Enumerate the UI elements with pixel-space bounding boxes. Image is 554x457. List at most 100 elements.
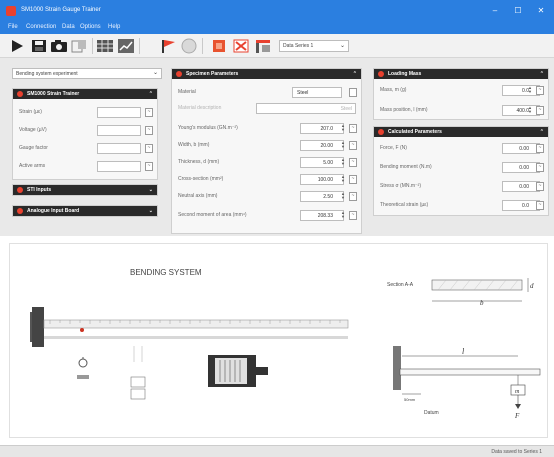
specimen-row-cross-section: Cross-section (mm²) 100.00 ▲ ▼ ~ <box>176 174 357 185</box>
graph-icon[interactable]: ~ <box>349 141 357 150</box>
thickness-field[interactable]: 5.00 <box>300 157 344 168</box>
field-label: Theoretical strain (µε) <box>380 202 429 208</box>
graph-icon[interactable]: ~ <box>536 86 544 95</box>
maximize-button[interactable]: ☐ <box>509 5 527 17</box>
help-icon[interactable] <box>180 38 198 54</box>
width-field[interactable]: 20.00 <box>300 140 344 151</box>
toolbar-separator <box>92 38 93 54</box>
cross-section-field[interactable]: 100.00 <box>300 174 344 185</box>
panel-header[interactable]: Analogue Input Board ⌄ <box>13 206 157 216</box>
youngs-modulus-field[interactable]: 207.0 <box>300 123 344 134</box>
panel-header[interactable]: Specimen Parameters ⌃ <box>172 69 361 79</box>
mass-label: m <box>515 389 520 395</box>
status-bar: Data saved to Series 1 <box>0 445 554 457</box>
sti-inputs-panel: STI Inputs ⌄ <box>12 184 158 196</box>
clear-icon[interactable] <box>254 38 272 54</box>
beam-specimen <box>43 319 349 329</box>
export-icon[interactable] <box>70 38 88 54</box>
chevron-down-icon[interactable]: ⌄ <box>149 185 153 195</box>
graph-icon[interactable]: ~ <box>145 144 153 153</box>
sm1000-row-voltage: Voltage (µV) ~ <box>17 125 153 136</box>
menu-file[interactable]: File <box>8 24 18 30</box>
material-description-field[interactable]: Steel <box>256 103 356 114</box>
delete-icon[interactable] <box>232 38 250 54</box>
menu-data[interactable]: Data <box>62 24 75 30</box>
graph-icon[interactable]: ~ <box>536 182 544 191</box>
material-checkbox[interactable] <box>349 88 357 97</box>
stepper-icon[interactable]: ▲ ▼ <box>340 175 346 184</box>
table-icon[interactable] <box>96 38 114 54</box>
mass-position-field[interactable]: 400.0 <box>502 105 540 116</box>
calc-row-theoretical-strain: Theoretical strain (µε) 0.0 ~ <box>378 200 544 211</box>
gauge-factor-field[interactable] <box>97 143 141 154</box>
stepper-icon[interactable]: ▲ ▼ <box>340 211 346 220</box>
menu-help[interactable]: Help <box>108 24 120 30</box>
specimen-row-width: Width, b (mm) 20.00 ▲ ▼ ~ <box>176 140 357 151</box>
stepper-icon[interactable]: ▲ ▼ <box>527 86 533 95</box>
graph-icon[interactable]: ~ <box>145 162 153 171</box>
panel-header[interactable]: Loading Mass ⌃ <box>374 69 548 79</box>
field-label: Cross-section (mm²) <box>178 176 224 182</box>
field-label: Mass, m (g) <box>380 87 407 93</box>
menu-options[interactable]: Options <box>80 24 101 30</box>
panel-status-icon <box>378 71 384 77</box>
graph-icon[interactable]: ~ <box>145 108 153 117</box>
panel-header[interactable]: STI Inputs ⌄ <box>13 185 157 195</box>
field-label: Material description <box>178 105 222 111</box>
menu-connection[interactable]: Connection <box>26 24 56 30</box>
toolbar-separator <box>139 38 140 54</box>
field-label: Strain (µε) <box>19 109 42 115</box>
datum-label: Datum <box>424 410 439 416</box>
field-label: Young's modulus (GN.m⁻²) <box>178 125 238 131</box>
camera-icon[interactable] <box>50 38 68 54</box>
stepper-icon[interactable]: ▲ ▼ <box>340 158 346 167</box>
voltage-field[interactable] <box>97 125 141 136</box>
loading-mass-panel: Loading Mass ⌃ Mass, m (g) 0.0 ▲ ▼ ~ Mass… <box>373 68 549 120</box>
chevron-down-icon[interactable]: ⌄ <box>149 206 153 216</box>
material-select[interactable]: Steel <box>292 87 342 98</box>
panel-status-icon <box>17 208 23 214</box>
stepper-icon[interactable]: ▲ ▼ <box>340 124 346 133</box>
graph-icon[interactable]: ~ <box>349 175 357 184</box>
stepper-icon[interactable]: ▲ ▼ <box>340 141 346 150</box>
connector-icon <box>130 346 146 400</box>
close-button[interactable]: ✕ <box>532 5 550 17</box>
second-moment-field[interactable]: 208.33 <box>300 210 344 221</box>
neutral-axis-field[interactable]: 2.50 <box>300 191 344 202</box>
theoretical-strain-field: 0.0 <box>502 200 540 211</box>
chevron-up-icon[interactable]: ⌃ <box>353 69 357 79</box>
mass-field[interactable]: 0.0 <box>502 85 540 96</box>
active-arms-field[interactable] <box>97 161 141 172</box>
menu-bar: File Connection Data Options Help <box>0 22 554 34</box>
graph-icon[interactable]: ~ <box>145 126 153 135</box>
panel-header[interactable]: SM1000 Strain Trainer ⌃ <box>13 89 157 99</box>
settings-icon[interactable] <box>210 38 228 54</box>
flag-icon[interactable] <box>160 38 178 54</box>
minimize-button[interactable]: – <box>486 5 504 17</box>
graph-icon[interactable]: ~ <box>536 144 544 153</box>
chevron-up-icon[interactable]: ⌃ <box>149 89 153 99</box>
chevron-up-icon[interactable]: ⌃ <box>540 127 544 137</box>
panel-status-icon <box>17 91 23 97</box>
panel-title: Specimen Parameters <box>186 71 239 77</box>
graph-icon[interactable]: ~ <box>349 158 357 167</box>
stepper-icon[interactable]: ▲ ▼ <box>527 106 533 115</box>
panel-header[interactable]: Calculated Parameters ⌃ <box>374 127 548 137</box>
graph-icon[interactable]: ~ <box>536 163 544 172</box>
series-select[interactable]: Data Series 1 ⌄ <box>279 40 349 52</box>
chevron-up-icon[interactable]: ⌃ <box>540 69 544 79</box>
play-icon[interactable] <box>8 38 26 54</box>
graph-icon[interactable]: ~ <box>349 124 357 133</box>
field-label: Force, F (N) <box>380 145 407 151</box>
graph-icon[interactable]: ~ <box>349 192 357 201</box>
graph-icon[interactable]: ~ <box>349 211 357 220</box>
graph-icon[interactable]: ~ <box>536 201 544 210</box>
strain-field[interactable] <box>97 107 141 118</box>
chart-icon[interactable] <box>117 38 135 54</box>
experiment-select[interactable]: Bending system experiment ⌄ <box>12 68 162 79</box>
save-icon[interactable] <box>30 38 48 54</box>
toolbar: Data Series 1 ⌄ <box>0 34 554 58</box>
graph-icon[interactable]: ~ <box>536 106 544 115</box>
stepper-icon[interactable]: ▲ ▼ <box>340 192 346 201</box>
bending-system-diagram: BENDING SYSTEM Section A-A d b l m F 50m… <box>30 268 541 420</box>
